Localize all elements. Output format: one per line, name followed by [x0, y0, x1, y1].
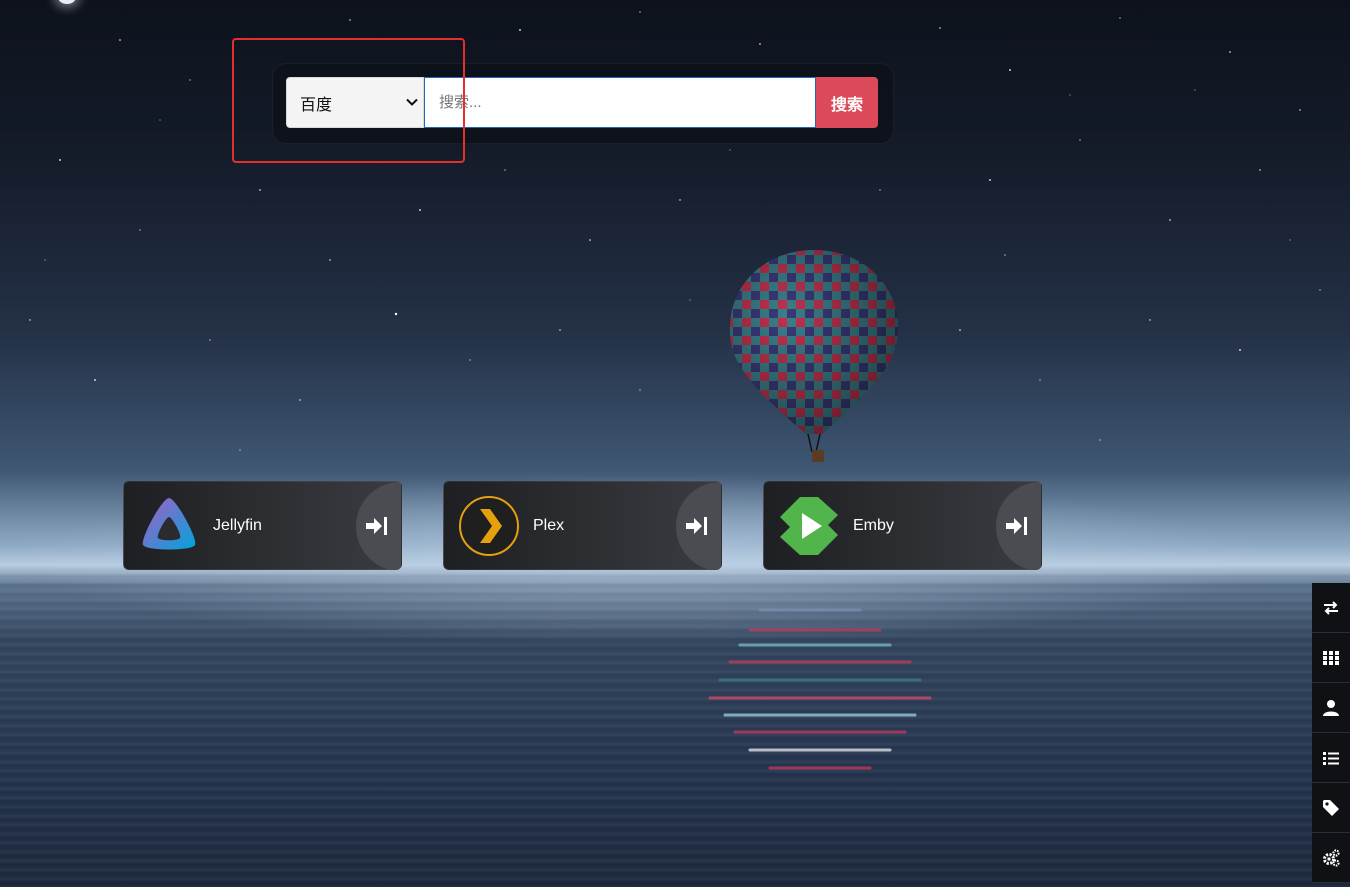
toolbar-swap-button[interactable]: [1312, 583, 1350, 633]
toolbar-tag-button[interactable]: [1312, 783, 1350, 833]
cogs-icon: [1323, 848, 1340, 867]
app-card-emby[interactable]: Emby: [763, 481, 1042, 570]
app-card-jellyfin[interactable]: Jellyfin: [123, 481, 402, 570]
user-icon: [1323, 699, 1339, 716]
tag-icon: [1323, 799, 1339, 816]
open-app-button[interactable]: [356, 482, 401, 569]
search-input[interactable]: [424, 77, 816, 128]
sign-in-arrow-icon: [1006, 517, 1027, 535]
swap-arrows-icon: [1324, 600, 1338, 615]
app-name-plex: Plex: [533, 517, 565, 534]
app-name-emby: Emby: [853, 517, 894, 534]
open-app-button[interactable]: [676, 482, 721, 569]
hot-air-balloon-image: [729, 250, 899, 462]
toolbar-settings-button[interactable]: [1312, 833, 1350, 883]
toolbar-list-button[interactable]: [1312, 733, 1350, 783]
sign-in-arrow-icon: [366, 517, 387, 535]
list-icon: [1323, 751, 1339, 765]
search-button[interactable]: 搜索: [816, 77, 878, 128]
app-card-plex[interactable]: Plex: [443, 481, 722, 570]
water-surface: [0, 570, 1350, 887]
toolbar-user-button[interactable]: [1312, 683, 1350, 733]
emby-logo-icon: [780, 497, 838, 555]
grid-icon: [1323, 650, 1339, 665]
jellyfin-logo-icon: [142, 498, 196, 550]
toolbar-apps-button[interactable]: [1312, 633, 1350, 683]
right-toolbar: [1312, 583, 1350, 887]
open-app-button[interactable]: [996, 482, 1041, 569]
annotation-highlight-box: [232, 38, 465, 163]
moon: [58, 0, 76, 4]
plex-logo-icon: [459, 496, 519, 556]
balloon-reflection-image: [708, 608, 932, 770]
app-name-jellyfin: Jellyfin: [213, 517, 262, 534]
sign-in-arrow-icon: [686, 517, 707, 535]
